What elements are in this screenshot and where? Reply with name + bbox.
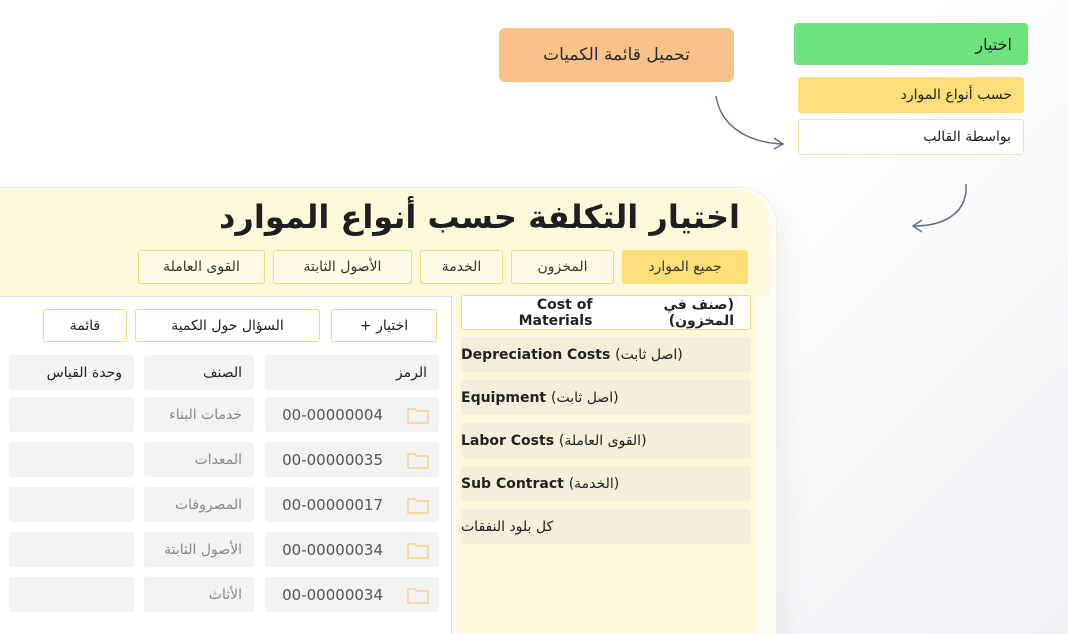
code-cell: 00-00000034 — [265, 532, 439, 567]
folder-icon — [407, 408, 429, 424]
tab-service[interactable]: الخدمة — [420, 250, 503, 284]
column-header-unit: وحدة القياس — [9, 355, 134, 390]
unit-cell — [9, 577, 134, 612]
load-bill-of-quantities-button[interactable]: تحميل قائمة الكميات — [499, 28, 734, 82]
column-header-class: الصنف — [144, 355, 254, 390]
code-cell: 00-00000017 — [265, 487, 439, 522]
code-cell: 00-00000035 — [265, 442, 439, 477]
resource-name: Depreciation Costs — [461, 346, 611, 363]
column-header-code: الرمز — [265, 355, 439, 390]
select-add-button[interactable]: + اختيار — [331, 309, 437, 342]
unit-cell — [9, 397, 134, 432]
code-cell: 00-00000034 — [265, 577, 439, 612]
unit-cell — [9, 532, 134, 567]
resource-type: (الخدمة) — [568, 475, 620, 492]
tab-fixed-assets[interactable]: الأصول الثابتة — [273, 250, 412, 284]
code-value: 00-00000034 — [282, 585, 383, 604]
flow-arrow-down-icon — [908, 180, 978, 240]
code-cell: 00-00000004 — [265, 397, 439, 432]
option-by-resource-types[interactable]: حسب أنواع الموارد — [798, 77, 1024, 113]
code-value: 00-00000035 — [282, 450, 383, 469]
resource-type: (اصل ثابت) — [551, 389, 619, 406]
resource-item[interactable]: (الخدمة) Sub Contract — [461, 466, 751, 501]
class-cell: المصروفات — [144, 487, 254, 522]
flow-arrow-right-icon — [712, 92, 792, 156]
resource-name: Sub Contract — [461, 475, 564, 492]
tab-inventory[interactable]: المخزون — [511, 250, 614, 284]
resource-item[interactable]: (صنف في المخزون) Cost of Materials — [461, 295, 751, 330]
tab-all-resources[interactable]: جميع الموارد — [622, 250, 748, 284]
resource-type: (اصل ثابت) — [615, 346, 683, 363]
select-header: اختيار — [794, 23, 1028, 65]
resource-type: (القوى العاملة) — [558, 432, 647, 449]
resource-type: كل بلود النفقات — [461, 518, 554, 535]
resource-type: (صنف في المخزون) — [663, 296, 734, 329]
option-by-template[interactable]: بواسطة القالب — [798, 119, 1024, 155]
folder-icon — [407, 453, 429, 469]
class-cell: المعدات — [144, 442, 254, 477]
resource-name: Equipment — [461, 389, 547, 406]
unit-cell — [9, 487, 134, 522]
resource-item[interactable]: (اصل ثابت) Equipment — [461, 380, 751, 415]
code-value: 00-00000034 — [282, 540, 383, 559]
tab-labor[interactable]: القوى العاملة — [138, 250, 265, 284]
resource-item[interactable]: (القوى العاملة) Labor Costs — [461, 423, 751, 458]
folder-icon — [407, 543, 429, 559]
page-title: اختيار التكلفة حسب أنواع الموارد — [219, 198, 740, 236]
class-cell: الأثاث — [144, 577, 254, 612]
class-cell: الأصول الثابتة — [144, 532, 254, 567]
resource-item[interactable]: كل بلود النفقات — [461, 509, 751, 544]
code-value: 00-00000017 — [282, 495, 383, 514]
resource-item[interactable]: (اصل ثابت) Depreciation Costs — [461, 337, 751, 372]
class-cell: خدمات البناء — [144, 397, 254, 432]
folder-icon — [407, 498, 429, 514]
unit-cell — [9, 442, 134, 477]
list-button[interactable]: قائمة — [43, 309, 127, 342]
resource-name: Labor Costs — [461, 432, 555, 449]
resource-name: Cost of Materials — [518, 296, 593, 329]
ask-quantity-button[interactable]: السؤال حول الكمية — [135, 309, 320, 342]
folder-icon — [407, 588, 429, 604]
code-value: 00-00000004 — [282, 405, 383, 424]
